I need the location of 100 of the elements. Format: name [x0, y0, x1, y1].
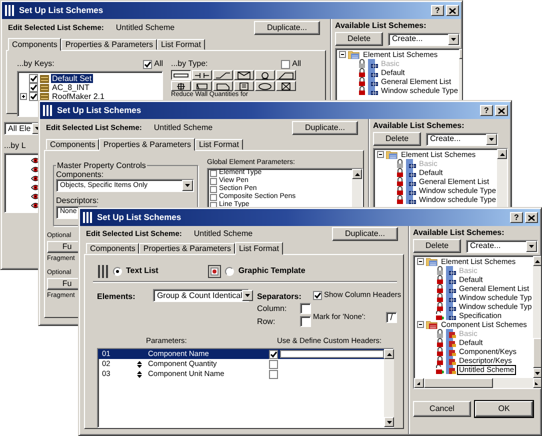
section-label: ...by Type: [171, 59, 208, 69]
list-scheme-icon [368, 68, 378, 77]
checkbox[interactable] [29, 74, 38, 83]
scrollbar[interactable] [414, 378, 541, 388]
checkbox[interactable] [210, 194, 217, 201]
radio-label[interactable]: Text List [126, 266, 158, 276]
row-field[interactable] [300, 316, 311, 328]
help-button[interactable]: ? [510, 212, 523, 223]
tab[interactable]: Components [86, 243, 140, 254]
close-button[interactable] [495, 105, 508, 116]
move-handle-icon[interactable] [137, 360, 142, 368]
duplicate-button[interactable]: Duplicate... [254, 21, 320, 35]
scrollbar[interactable] [384, 349, 394, 428]
radio-button[interactable] [113, 266, 122, 276]
list-item[interactable]: RoofMaker 2.1 [51, 92, 106, 102]
checkbox[interactable] [269, 360, 278, 369]
scroll-arrow-button[interactable] [532, 256, 541, 266]
section-label: Available List Schemes: [413, 228, 506, 237]
close-button[interactable] [446, 5, 459, 16]
header-field[interactable] [280, 350, 384, 358]
checkbox[interactable] [143, 60, 152, 68]
list-scheme-icon [368, 59, 378, 68]
dropdown-arrow-icon [451, 38, 456, 40]
help-button[interactable]: ? [480, 105, 493, 116]
scrollbar[interactable] [532, 256, 541, 378]
list-scheme-icon [406, 195, 416, 204]
section-label: ...by L [4, 141, 26, 150]
tab[interactable]: Properties & Parameters [139, 243, 235, 254]
create-dropdown[interactable]: Create... [388, 32, 460, 46]
list-scheme-icon [406, 177, 416, 186]
tab[interactable]: List Format [194, 139, 243, 150]
section-label: Available List Schemes: [373, 121, 466, 130]
element-type-icon [215, 70, 231, 80]
checkbox[interactable] [313, 291, 322, 300]
tab[interactable]: List Format [234, 242, 283, 255]
list-scheme-icon [406, 168, 416, 177]
window-title: Set Up List Schemes [57, 106, 142, 116]
scroll-arrow-button[interactable] [497, 149, 507, 159]
list-item[interactable]: Default Set [51, 74, 93, 84]
mark-field[interactable]: / [386, 312, 397, 323]
tab[interactable]: Components [8, 38, 62, 51]
delete-button[interactable]: Delete [335, 32, 383, 46]
app-icon [43, 105, 53, 116]
list-scheme-icon [368, 77, 378, 86]
dialog-button[interactable]: OK [475, 401, 533, 417]
list-scheme-icon [446, 365, 456, 374]
expander-icon[interactable] [339, 51, 346, 58]
down-arrow-icon [386, 420, 392, 424]
element-type-icon [278, 70, 294, 80]
scroll-arrow-button[interactable] [352, 169, 362, 180]
scroll-arrow-button[interactable] [532, 368, 541, 378]
close-icon [528, 214, 535, 220]
text-list-icon [97, 264, 109, 278]
list-scheme-icon [446, 275, 456, 284]
element-type-button[interactable] [171, 70, 191, 80]
dialog-button[interactable]: Cancel [413, 401, 471, 417]
expander-icon[interactable] [417, 258, 424, 265]
field-label: Separators: [256, 292, 302, 301]
scroll-arrow-button[interactable] [384, 417, 394, 428]
duplicate-button[interactable]: Duplicate... [292, 121, 358, 135]
scrollbar[interactable] [352, 169, 362, 210]
checkbox[interactable] [281, 60, 290, 68]
checkbox[interactable] [29, 83, 38, 92]
list-scheme-icon [446, 347, 456, 356]
column-field[interactable] [300, 303, 311, 314]
scroll-arrow-button[interactable] [532, 378, 541, 388]
field-label: Column: [256, 304, 287, 314]
tab[interactable]: List Format [156, 39, 205, 50]
tab[interactable]: Components [46, 139, 100, 150]
checkbox[interactable] [269, 370, 278, 379]
expander-icon[interactable] [20, 93, 27, 100]
list-scheme-icon [446, 338, 456, 347]
radio-button[interactable] [225, 266, 234, 276]
field-label: Elements: [97, 292, 136, 301]
tab[interactable]: Properties & Parameters [61, 39, 157, 50]
app-icon [5, 5, 15, 16]
checkbox[interactable] [210, 178, 217, 185]
element-type-icon [257, 82, 273, 90]
delete-button[interactable]: Delete [373, 132, 421, 146]
delete-button[interactable]: Delete [413, 239, 461, 253]
create-dropdown[interactable]: Create... [426, 132, 498, 146]
scroll-arrow-button[interactable] [414, 378, 424, 388]
expander-icon[interactable] [417, 321, 424, 328]
move-handle-icon[interactable] [137, 370, 142, 378]
duplicate-button[interactable]: Duplicate... [332, 227, 398, 241]
create-dropdown[interactable]: Create... [466, 240, 538, 252]
checkbox[interactable] [210, 186, 217, 193]
tab[interactable]: Properties & Parameters [99, 138, 195, 151]
list-item[interactable]: AC_8_INT [51, 82, 90, 92]
help-button[interactable]: ? [431, 5, 444, 16]
checkbox[interactable] [210, 170, 217, 177]
scroll-arrow-button[interactable] [384, 349, 394, 360]
close-button[interactable] [525, 212, 538, 223]
dropdown-arrow-icon [245, 294, 250, 297]
checkbox[interactable] [269, 350, 278, 359]
radio-label[interactable]: Graphic Template [238, 266, 306, 276]
right-arrow-icon [535, 382, 540, 384]
checkbox-label: All [292, 59, 301, 69]
checkbox[interactable] [29, 92, 38, 101]
expander-icon[interactable] [377, 151, 384, 158]
